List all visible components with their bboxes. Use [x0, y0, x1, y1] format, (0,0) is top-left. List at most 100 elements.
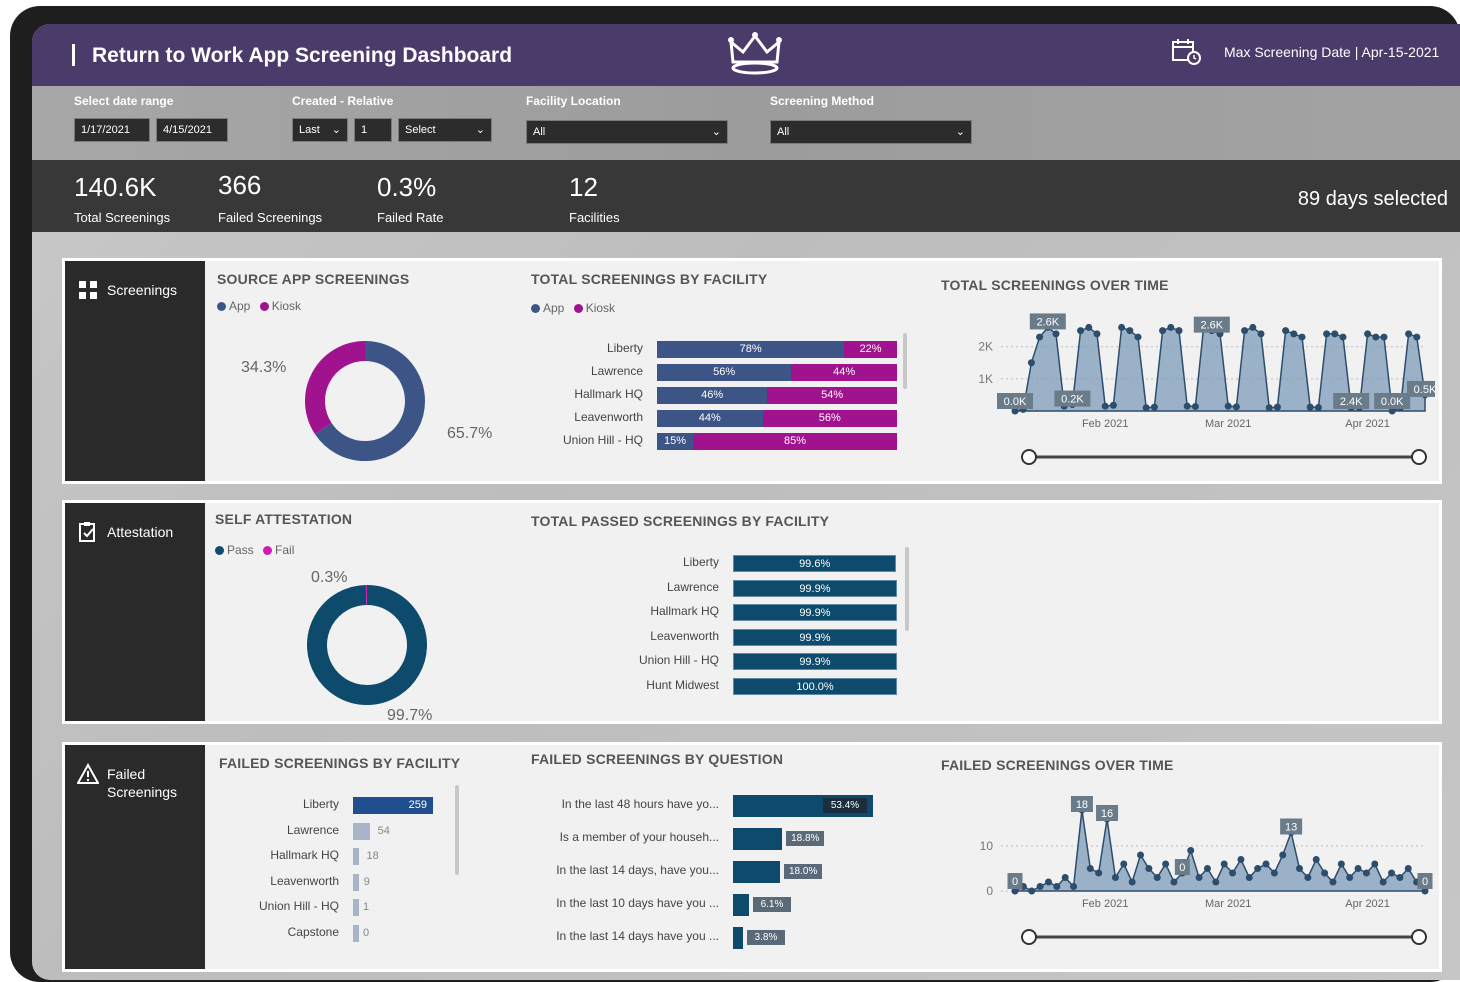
data-point[interactable] [1212, 878, 1220, 886]
data-point[interactable] [1137, 851, 1145, 859]
facility-bar-app[interactable]: 15% [657, 433, 693, 450]
data-point[interactable] [1282, 327, 1290, 335]
data-point[interactable] [1203, 865, 1211, 872]
data-point[interactable] [1379, 878, 1387, 886]
facility-bar-kiosk[interactable]: 54% [767, 387, 897, 404]
data-point[interactable] [1396, 874, 1404, 881]
data-point[interactable] [1405, 330, 1413, 338]
data-point[interactable] [1232, 403, 1240, 411]
data-point[interactable] [1128, 878, 1136, 886]
data-point[interactable] [1262, 860, 1270, 868]
data-point[interactable] [1380, 333, 1388, 341]
range-slider-handle[interactable] [1411, 449, 1427, 465]
data-point[interactable] [1077, 327, 1085, 335]
passed-bar[interactable]: 99.9% [733, 579, 897, 597]
relative-mode-select[interactable]: Last ⌄ [292, 118, 348, 142]
data-point[interactable] [1241, 327, 1249, 335]
data-point[interactable] [1254, 865, 1262, 872]
data-point[interactable] [1229, 869, 1237, 877]
data-point[interactable] [1337, 860, 1345, 868]
data-point[interactable] [1109, 401, 1117, 409]
data-point[interactable] [1362, 869, 1370, 877]
failed-facility-bar[interactable] [353, 899, 359, 916]
data-point[interactable] [1224, 402, 1232, 410]
date-start-input[interactable]: 1/17/2021 [74, 118, 150, 142]
tab-screenings[interactable]: Screenings [65, 261, 205, 481]
failed-question-bar[interactable] [733, 861, 781, 883]
donut-slice-pass[interactable] [307, 585, 427, 705]
data-point[interactable] [1237, 856, 1245, 863]
data-point[interactable] [1346, 874, 1354, 881]
facility-location-select[interactable]: All ⌄ [526, 120, 728, 144]
data-point[interactable] [1290, 330, 1298, 338]
passed-bar[interactable]: 99.9% [733, 653, 897, 670]
area-series[interactable] [1014, 809, 1427, 892]
data-point[interactable] [1150, 403, 1158, 411]
relative-count-input[interactable]: 1 [354, 118, 392, 142]
data-point[interactable] [1095, 869, 1103, 877]
screening-method-select[interactable]: All ⌄ [770, 120, 972, 144]
data-point[interactable] [1167, 323, 1175, 331]
data-point[interactable] [1329, 878, 1337, 886]
data-point[interactable] [1126, 327, 1134, 335]
data-point[interactable] [1312, 856, 1320, 863]
data-point[interactable] [1153, 874, 1161, 881]
facility-bar-kiosk[interactable]: 22% [844, 341, 897, 358]
data-point[interactable] [1187, 847, 1195, 854]
failed-question-bar[interactable] [733, 927, 743, 949]
passed-bar[interactable]: 99.9% [733, 604, 897, 621]
data-point[interactable] [1265, 404, 1273, 412]
facility-bar-app[interactable]: 46% [657, 387, 768, 404]
range-slider-handle[interactable] [1021, 929, 1037, 945]
data-point[interactable] [1170, 878, 1178, 886]
data-point[interactable] [1162, 860, 1170, 868]
data-point[interactable] [1118, 323, 1126, 331]
data-point[interactable] [1175, 327, 1183, 335]
data-point[interactable] [1028, 887, 1036, 895]
data-point[interactable] [1111, 874, 1119, 881]
data-point[interactable] [1195, 874, 1203, 881]
failed-question-bar[interactable] [733, 828, 783, 850]
failed-facility-scrollbar[interactable] [455, 785, 459, 875]
failed-facility-bar[interactable] [353, 822, 370, 840]
facility-total-scrollbar[interactable] [903, 333, 907, 389]
passed-bar[interactable]: 100.0% [733, 677, 897, 695]
facility-bar-kiosk[interactable]: 56% [762, 410, 897, 427]
data-point[interactable] [1339, 333, 1347, 341]
facility-bar-app[interactable]: 78% [657, 341, 845, 358]
data-point[interactable] [1134, 333, 1142, 341]
data-point[interactable] [1044, 878, 1052, 886]
data-point[interactable] [1273, 403, 1281, 411]
data-point[interactable] [1142, 404, 1150, 412]
facility-bar-kiosk[interactable]: 85% [693, 433, 897, 450]
data-point[interactable] [1270, 869, 1278, 877]
data-point[interactable] [1052, 330, 1060, 338]
data-point[interactable] [1061, 874, 1069, 881]
data-point[interactable] [1323, 330, 1331, 338]
failed-facility-bar[interactable] [353, 873, 359, 891]
tab-attestation[interactable]: Attestation [65, 503, 205, 721]
passed-bar[interactable]: 99.9% [733, 628, 897, 646]
facility-bar-kiosk[interactable]: 44% [791, 364, 897, 381]
data-point[interactable] [1145, 865, 1153, 872]
data-point[interactable] [1086, 865, 1094, 872]
data-point[interactable] [1388, 869, 1396, 877]
data-point[interactable] [1372, 333, 1380, 341]
data-point[interactable] [1298, 333, 1306, 341]
failed-facility-bar[interactable]: 259 [353, 797, 433, 814]
data-point[interactable] [1331, 330, 1339, 338]
data-point[interactable] [1295, 865, 1303, 872]
data-point[interactable] [1354, 865, 1362, 872]
range-slider-handle[interactable] [1021, 449, 1037, 465]
failed-question-bar[interactable] [733, 894, 749, 916]
relative-unit-select[interactable]: Select ⌄ [398, 118, 492, 142]
data-point[interactable] [1191, 403, 1199, 410]
data-point[interactable] [1321, 869, 1329, 877]
data-point[interactable] [1249, 323, 1257, 331]
data-point[interactable] [1036, 883, 1044, 890]
data-point[interactable] [1306, 403, 1314, 411]
data-point[interactable] [1053, 883, 1061, 890]
data-point[interactable] [1027, 359, 1035, 367]
data-point[interactable] [1183, 402, 1191, 410]
data-point[interactable] [1120, 860, 1128, 868]
